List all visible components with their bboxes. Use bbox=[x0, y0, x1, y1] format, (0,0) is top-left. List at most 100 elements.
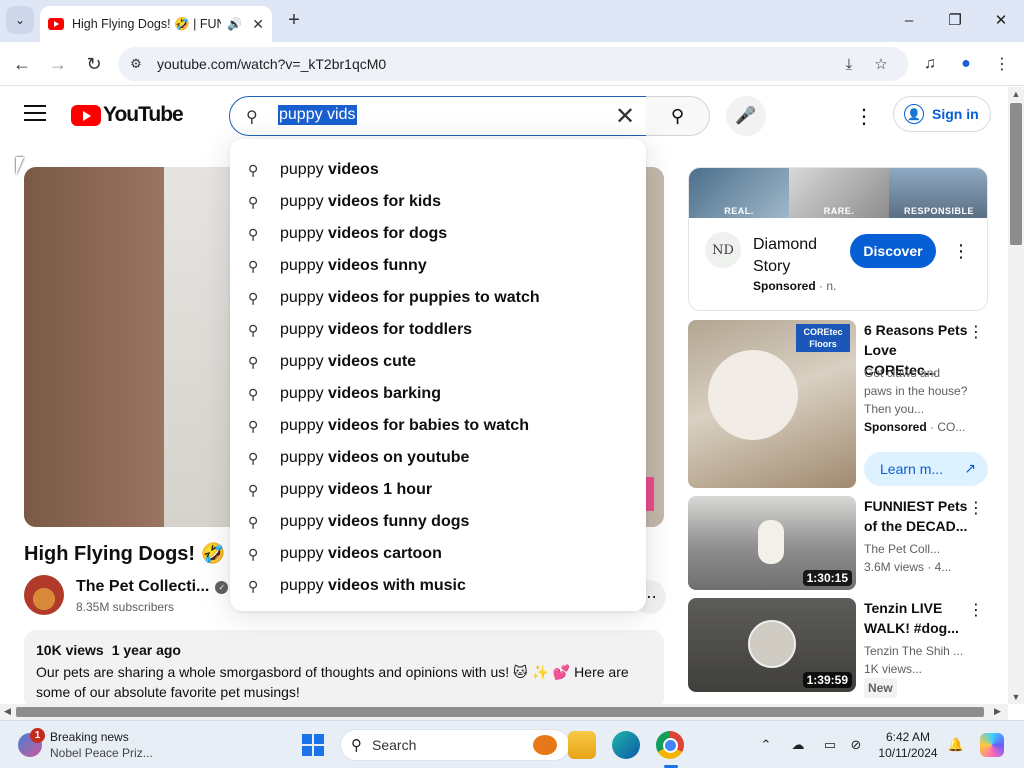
cloud-icon[interactable]: ☁ bbox=[788, 735, 808, 755]
suggestion-item[interactable]: ⚲ puppy videos bbox=[230, 154, 646, 186]
suggestion-item[interactable]: ⚲ puppy videos on youtube bbox=[230, 442, 646, 474]
recommendation-item[interactable]: COREtec Floors 6 Reasons Pets Love COREt… bbox=[688, 320, 988, 490]
address-bar[interactable]: ⚙ youtube.com/watch?v=_kT2br1qcM0 ⤓ ☆ bbox=[118, 47, 908, 81]
recommendation-item[interactable]: 1:30:15 FUNNIEST Pets of the DECAD... Th… bbox=[688, 496, 988, 592]
suggestion-text[interactable]: puppy videos bbox=[280, 161, 379, 179]
tab-close-icon[interactable]: ✕ bbox=[252, 16, 264, 33]
scroll-right-icon[interactable]: ▶ bbox=[994, 706, 1001, 717]
forward-icon[interactable]: → bbox=[44, 50, 72, 78]
settings-menu-icon[interactable]: ⋮ bbox=[852, 101, 876, 131]
suggestion-text[interactable]: puppy videos funny dogs bbox=[280, 513, 469, 531]
edge-browser-icon[interactable] bbox=[612, 731, 640, 759]
ad-banner[interactable]: REAL. RARE. RESPONSIBLE bbox=[689, 168, 987, 218]
suggestion-text[interactable]: puppy videos for kids bbox=[280, 193, 441, 211]
media-icon[interactable]: ♫ bbox=[916, 50, 944, 78]
ad-menu-icon[interactable]: ⋮ bbox=[951, 236, 971, 266]
recommendation-item[interactable]: 1:39:59 Tenzin LIVE WALK! #dog... Tenzin… bbox=[688, 598, 988, 698]
suggestion-item[interactable]: ⚲ puppy videos funny bbox=[230, 250, 646, 282]
site-info-icon[interactable]: ⚙ bbox=[126, 54, 146, 74]
news-title[interactable]: Breaking news bbox=[50, 730, 129, 744]
suggestion-item[interactable]: ⚲ puppy videos barking bbox=[230, 378, 646, 410]
advertiser-name[interactable]: Diamond Story bbox=[753, 234, 843, 278]
scroll-down-icon[interactable]: ▼ bbox=[1008, 692, 1024, 702]
discover-button[interactable]: Discover bbox=[850, 234, 936, 268]
browser-tab[interactable]: High Flying Dogs! 🤣 | FUNNIEST 🔊 ✕ bbox=[40, 6, 272, 42]
channel-name-text[interactable]: The Pet Collecti... bbox=[76, 578, 209, 595]
suggestion-item[interactable]: ⚲ puppy videos cute bbox=[230, 346, 646, 378]
display-icon[interactable]: ▭ bbox=[820, 735, 840, 755]
suggestion-text[interactable]: puppy videos for babies to watch bbox=[280, 417, 529, 435]
suggestion-text[interactable]: puppy videos funny bbox=[280, 257, 427, 275]
maximize-button[interactable]: ❐ bbox=[940, 8, 970, 32]
channel-name[interactable]: Tenzin The Shih ... bbox=[864, 642, 968, 660]
description-box[interactable]: 10K views 1 year ago Our pets are sharing… bbox=[24, 630, 664, 710]
horizontal-scrollbar[interactable]: ◀ ▶ bbox=[0, 704, 1008, 720]
channel-name[interactable]: The Pet Coll... bbox=[864, 540, 968, 558]
search-button[interactable]: ⚲ bbox=[646, 96, 710, 136]
suggestion-item[interactable]: ⚲ puppy videos cartoon bbox=[230, 538, 646, 570]
channel-name[interactable]: The Pet Collecti... ✓ bbox=[76, 578, 229, 596]
suggestion-item[interactable]: ⚲ puppy videos 1 hour bbox=[230, 474, 646, 506]
suggestion-text[interactable]: puppy videos for dogs bbox=[280, 225, 447, 243]
suggestion-text[interactable]: puppy videos with music bbox=[280, 577, 466, 595]
video-menu-icon[interactable]: ⋮ bbox=[968, 320, 984, 344]
back-icon[interactable]: ← bbox=[8, 50, 36, 78]
scroll-up-icon[interactable]: ▲ bbox=[1008, 89, 1024, 99]
suggestion-text[interactable]: puppy videos cute bbox=[280, 353, 416, 371]
video-menu-icon[interactable]: ⋮ bbox=[968, 496, 984, 520]
copilot-icon[interactable] bbox=[980, 733, 1004, 757]
recommendation-title[interactable]: FUNNIEST Pets of the DECAD... bbox=[864, 496, 968, 536]
network-icon[interactable]: ⊘ bbox=[846, 735, 866, 755]
bell-icon[interactable]: 🔔 bbox=[946, 735, 966, 755]
suggestion-text[interactable]: puppy videos for puppies to watch bbox=[280, 289, 540, 307]
clear-search-icon[interactable]: ✕ bbox=[612, 102, 638, 130]
menu-icon[interactable]: ⋮ bbox=[988, 50, 1016, 78]
star-icon[interactable]: ☆ bbox=[870, 53, 892, 75]
learn-more-button[interactable]: Learn m... ↗ bbox=[864, 452, 988, 486]
youtube-logo[interactable]: YouTube bbox=[71, 103, 184, 127]
install-icon[interactable]: ⤓ bbox=[838, 53, 860, 75]
scroll-left-icon[interactable]: ◀ bbox=[4, 706, 11, 717]
video-menu-icon[interactable]: ⋮ bbox=[968, 598, 984, 622]
suggestion-text[interactable]: puppy videos 1 hour bbox=[280, 481, 432, 499]
chevron-up-icon[interactable]: ⌃ bbox=[756, 735, 776, 755]
recommendation-title[interactable]: Tenzin LIVE WALK! #dog... bbox=[864, 598, 968, 638]
video-thumbnail[interactable]: 1:39:59 bbox=[688, 598, 856, 692]
suggestion-item[interactable]: ⚲ puppy videos funny dogs bbox=[230, 506, 646, 538]
chrome-browser-icon[interactable] bbox=[656, 731, 684, 759]
file-explorer-icon[interactable] bbox=[568, 731, 596, 759]
suggestion-text[interactable]: puppy videos for toddlers bbox=[280, 321, 472, 339]
new-tab-button[interactable]: + bbox=[282, 8, 306, 32]
windows-start-icon[interactable] bbox=[302, 734, 324, 756]
suggestion-item[interactable]: ⚲ puppy videos for babies to watch bbox=[230, 410, 646, 442]
voice-search-button[interactable]: 🎤 bbox=[726, 96, 766, 136]
taskbar-search[interactable]: ⚲ Search bbox=[340, 729, 570, 761]
suggestion-item[interactable]: ⚲ puppy videos for toddlers bbox=[230, 314, 646, 346]
scrollbar-thumb[interactable] bbox=[1010, 103, 1022, 245]
profile-icon[interactable]: ● bbox=[952, 50, 980, 78]
suggestion-item[interactable]: ⚲ puppy videos for kids bbox=[230, 186, 646, 218]
suggestion-text[interactable]: puppy videos barking bbox=[280, 385, 441, 403]
suggestion-item[interactable]: ⚲ puppy videos for puppies to watch bbox=[230, 282, 646, 314]
search-input[interactable]: ⚲ puppy vids ✕ bbox=[229, 96, 647, 136]
suggestion-item[interactable]: ⚲ puppy videos with music bbox=[230, 570, 646, 602]
news-subtitle[interactable]: Nobel Peace Priz... bbox=[50, 746, 153, 760]
vertical-scrollbar[interactable]: ▲ ▼ bbox=[1008, 87, 1024, 704]
system-clock[interactable]: 6:42 AM 10/11/2024 bbox=[876, 729, 940, 761]
close-window-button[interactable]: ✕ bbox=[986, 8, 1016, 32]
search-query-text[interactable]: puppy vids bbox=[278, 105, 357, 125]
channel-avatar[interactable] bbox=[24, 575, 64, 615]
tab-list-icon[interactable]: ⌄ bbox=[6, 6, 34, 34]
video-thumbnail[interactable]: 1:30:15 bbox=[688, 496, 856, 590]
suggestion-item[interactable]: ⚲ puppy videos for dogs bbox=[230, 218, 646, 250]
audio-icon[interactable]: 🔊 bbox=[227, 17, 242, 31]
minimize-button[interactable]: – bbox=[894, 8, 924, 32]
reload-icon[interactable]: ↻ bbox=[80, 50, 108, 78]
video-thumbnail[interactable]: COREtec Floors bbox=[688, 320, 856, 488]
ad-card[interactable]: REAL. RARE. RESPONSIBLE ND Diamond Story… bbox=[688, 167, 988, 311]
suggestion-text[interactable]: puppy videos cartoon bbox=[280, 545, 442, 563]
scrollbar-thumb[interactable] bbox=[16, 707, 984, 717]
guide-menu-icon[interactable] bbox=[24, 105, 46, 123]
url-text[interactable]: youtube.com/watch?v=_kT2br1qcM0 bbox=[157, 56, 386, 72]
suggestion-text[interactable]: puppy videos on youtube bbox=[280, 449, 469, 467]
